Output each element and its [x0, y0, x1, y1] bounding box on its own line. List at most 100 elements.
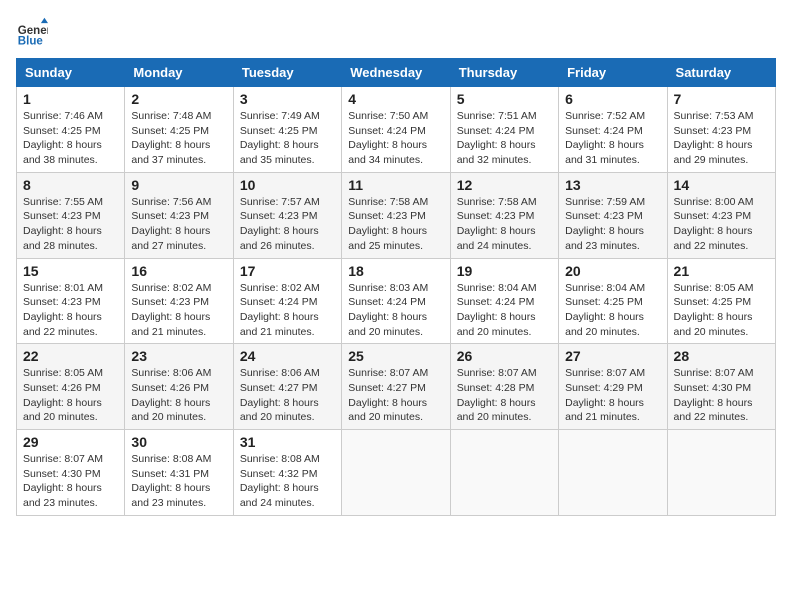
day-detail: Sunrise: 7:53 AMSunset: 4:23 PMDaylight:… [674, 109, 769, 168]
calendar-cell [559, 430, 667, 516]
day-detail: Sunrise: 8:01 AMSunset: 4:23 PMDaylight:… [23, 281, 118, 340]
calendar-cell: 4 Sunrise: 7:50 AMSunset: 4:24 PMDaylight… [342, 87, 450, 173]
day-detail: Sunrise: 8:00 AMSunset: 4:23 PMDaylight:… [674, 195, 769, 254]
day-detail: Sunrise: 7:46 AMSunset: 4:25 PMDaylight:… [23, 109, 118, 168]
calendar-week-row: 15 Sunrise: 8:01 AMSunset: 4:23 PMDayligh… [17, 258, 776, 344]
day-detail: Sunrise: 8:03 AMSunset: 4:24 PMDaylight:… [348, 281, 443, 340]
calendar-cell [667, 430, 775, 516]
calendar-body: 1 Sunrise: 7:46 AMSunset: 4:25 PMDaylight… [17, 87, 776, 516]
calendar-cell: 13 Sunrise: 7:59 AMSunset: 4:23 PMDayligh… [559, 172, 667, 258]
day-detail: Sunrise: 7:50 AMSunset: 4:24 PMDaylight:… [348, 109, 443, 168]
calendar-table: SundayMondayTuesdayWednesdayThursdayFrid… [16, 58, 776, 516]
calendar-cell: 6 Sunrise: 7:52 AMSunset: 4:24 PMDaylight… [559, 87, 667, 173]
calendar-cell: 28 Sunrise: 8:07 AMSunset: 4:30 PMDayligh… [667, 344, 775, 430]
day-detail: Sunrise: 7:55 AMSunset: 4:23 PMDaylight:… [23, 195, 118, 254]
page-header: General Blue [16, 16, 776, 48]
day-detail: Sunrise: 8:07 AMSunset: 4:30 PMDaylight:… [674, 366, 769, 425]
day-number: 28 [674, 348, 769, 364]
calendar-cell: 20 Sunrise: 8:04 AMSunset: 4:25 PMDayligh… [559, 258, 667, 344]
day-number: 1 [23, 91, 118, 107]
day-detail: Sunrise: 7:51 AMSunset: 4:24 PMDaylight:… [457, 109, 552, 168]
calendar-cell: 2 Sunrise: 7:48 AMSunset: 4:25 PMDaylight… [125, 87, 233, 173]
day-detail: Sunrise: 8:06 AMSunset: 4:26 PMDaylight:… [131, 366, 226, 425]
calendar-cell [450, 430, 558, 516]
day-detail: Sunrise: 7:59 AMSunset: 4:23 PMDaylight:… [565, 195, 660, 254]
day-detail: Sunrise: 8:05 AMSunset: 4:25 PMDaylight:… [674, 281, 769, 340]
day-number: 26 [457, 348, 552, 364]
calendar-cell: 14 Sunrise: 8:00 AMSunset: 4:23 PMDayligh… [667, 172, 775, 258]
day-detail: Sunrise: 8:08 AMSunset: 4:32 PMDaylight:… [240, 452, 335, 511]
day-detail: Sunrise: 7:49 AMSunset: 4:25 PMDaylight:… [240, 109, 335, 168]
calendar-cell: 17 Sunrise: 8:02 AMSunset: 4:24 PMDayligh… [233, 258, 341, 344]
day-number: 3 [240, 91, 335, 107]
calendar-cell: 30Sunrise: 8:08 AMSunset: 4:31 PMDayligh… [125, 430, 233, 516]
day-number: 24 [240, 348, 335, 364]
logo: General Blue [16, 16, 52, 48]
calendar-cell: 24 Sunrise: 8:06 AMSunset: 4:27 PMDayligh… [233, 344, 341, 430]
day-number: 14 [674, 177, 769, 193]
day-number: 18 [348, 263, 443, 279]
calendar-cell: 25 Sunrise: 8:07 AMSunset: 4:27 PMDayligh… [342, 344, 450, 430]
day-detail: Sunrise: 7:56 AMSunset: 4:23 PMDaylight:… [131, 195, 226, 254]
day-detail: Sunrise: 8:02 AMSunset: 4:24 PMDaylight:… [240, 281, 335, 340]
day-detail: Sunrise: 7:48 AMSunset: 4:25 PMDaylight:… [131, 109, 226, 168]
day-number: 21 [674, 263, 769, 279]
day-number: 22 [23, 348, 118, 364]
day-number: 7 [674, 91, 769, 107]
calendar-header-sunday: Sunday [17, 59, 125, 87]
calendar-cell: 27 Sunrise: 8:07 AMSunset: 4:29 PMDayligh… [559, 344, 667, 430]
calendar-cell: 31 Sunrise: 8:08 AMSunset: 4:32 PMDayligh… [233, 430, 341, 516]
day-number: 31 [240, 434, 335, 450]
calendar-cell: 22 Sunrise: 8:05 AMSunset: 4:26 PMDayligh… [17, 344, 125, 430]
calendar-cell: 10 Sunrise: 7:57 AMSunset: 4:23 PMDayligh… [233, 172, 341, 258]
day-detail: Sunrise: 8:04 AMSunset: 4:25 PMDaylight:… [565, 281, 660, 340]
calendar-header-friday: Friday [559, 59, 667, 87]
day-number: 10 [240, 177, 335, 193]
day-number: 15 [23, 263, 118, 279]
day-number: 17 [240, 263, 335, 279]
day-number: 29 [23, 434, 118, 450]
day-number: 20 [565, 263, 660, 279]
calendar-header-wednesday: Wednesday [342, 59, 450, 87]
day-number: 8 [23, 177, 118, 193]
day-detail: Sunrise: 8:07 AMSunset: 4:29 PMDaylight:… [565, 366, 660, 425]
day-detail: Sunrise: 7:58 AMSunset: 4:23 PMDaylight:… [348, 195, 443, 254]
day-detail: Sunrise: 7:52 AMSunset: 4:24 PMDaylight:… [565, 109, 660, 168]
calendar-cell: 15 Sunrise: 8:01 AMSunset: 4:23 PMDayligh… [17, 258, 125, 344]
calendar-header-saturday: Saturday [667, 59, 775, 87]
day-number: 4 [348, 91, 443, 107]
calendar-cell: 18 Sunrise: 8:03 AMSunset: 4:24 PMDayligh… [342, 258, 450, 344]
day-detail: Sunrise: 8:07 AMSunset: 4:30 PMDaylight:… [23, 452, 118, 511]
day-number: 16 [131, 263, 226, 279]
day-number: 11 [348, 177, 443, 193]
day-detail: Sunrise: 7:57 AMSunset: 4:23 PMDaylight:… [240, 195, 335, 254]
calendar-header-thursday: Thursday [450, 59, 558, 87]
day-detail: Sunrise: 8:06 AMSunset: 4:27 PMDaylight:… [240, 366, 335, 425]
calendar-cell: 19Sunrise: 8:04 AMSunset: 4:24 PMDayligh… [450, 258, 558, 344]
calendar-cell: 23 Sunrise: 8:06 AMSunset: 4:26 PMDayligh… [125, 344, 233, 430]
day-number: 2 [131, 91, 226, 107]
day-number: 5 [457, 91, 552, 107]
logo-icon: General Blue [16, 16, 48, 48]
calendar-cell: 11 Sunrise: 7:58 AMSunset: 4:23 PMDayligh… [342, 172, 450, 258]
svg-text:Blue: Blue [18, 35, 44, 47]
calendar-week-row: 29 Sunrise: 8:07 AMSunset: 4:30 PMDayligh… [17, 430, 776, 516]
day-detail: Sunrise: 8:07 AMSunset: 4:27 PMDaylight:… [348, 366, 443, 425]
calendar-header-tuesday: Tuesday [233, 59, 341, 87]
day-detail: Sunrise: 8:04 AMSunset: 4:24 PMDaylight:… [457, 281, 552, 340]
day-number: 25 [348, 348, 443, 364]
day-number: 27 [565, 348, 660, 364]
calendar-cell [342, 430, 450, 516]
calendar-cell: 29 Sunrise: 8:07 AMSunset: 4:30 PMDayligh… [17, 430, 125, 516]
calendar-header-monday: Monday [125, 59, 233, 87]
calendar-cell: 16Sunrise: 8:02 AMSunset: 4:23 PMDayligh… [125, 258, 233, 344]
calendar-cell: 26 Sunrise: 8:07 AMSunset: 4:28 PMDayligh… [450, 344, 558, 430]
day-number: 30 [131, 434, 226, 450]
day-number: 23 [131, 348, 226, 364]
day-number: 6 [565, 91, 660, 107]
calendar-cell: 9 Sunrise: 7:56 AMSunset: 4:23 PMDaylight… [125, 172, 233, 258]
day-detail: Sunrise: 8:05 AMSunset: 4:26 PMDaylight:… [23, 366, 118, 425]
day-number: 13 [565, 177, 660, 193]
day-detail: Sunrise: 8:07 AMSunset: 4:28 PMDaylight:… [457, 366, 552, 425]
day-number: 9 [131, 177, 226, 193]
